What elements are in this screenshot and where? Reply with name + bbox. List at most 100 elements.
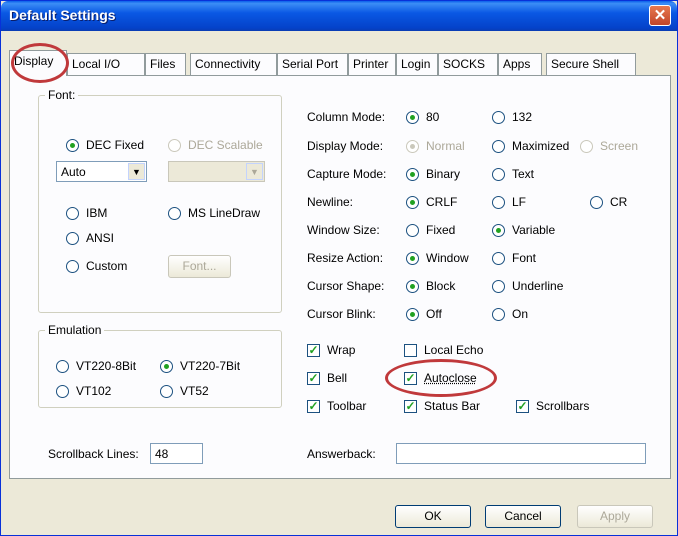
newline-crlf-label: CRLF xyxy=(426,195,458,209)
apply-button: Apply xyxy=(577,505,653,528)
capture-mode-binary-radio[interactable] xyxy=(406,168,419,181)
newline-crlf-radio[interactable] xyxy=(406,196,419,209)
newline-cr-label: CR xyxy=(610,195,628,209)
resize-action-window-radio[interactable] xyxy=(406,252,419,265)
font-group: Font: xyxy=(38,88,282,313)
ansi-radio[interactable] xyxy=(66,232,79,245)
font-group-label: Font: xyxy=(45,88,79,102)
capture-mode-binary-label: Binary xyxy=(426,167,461,181)
display-mode-maximized-radio[interactable] xyxy=(492,140,505,153)
cursor-blink-on-label: On xyxy=(512,307,529,321)
resize-action-font-radio[interactable] xyxy=(492,252,505,265)
cursor-blink-off-radio[interactable] xyxy=(406,308,419,321)
window-size-fixed-label: Fixed xyxy=(426,223,456,237)
capture-mode-text-label: Text xyxy=(512,167,535,181)
cursor-shape-underline-radio[interactable] xyxy=(492,280,505,293)
column-mode-80-label: 80 xyxy=(426,110,440,124)
wrap-checkbox[interactable]: ✓ xyxy=(307,344,320,357)
tab-login[interactable]: Login xyxy=(396,53,438,75)
dec-fixed-radio[interactable] xyxy=(66,139,79,152)
scrollbars-checkbox[interactable]: ✓ xyxy=(516,400,529,413)
vt220-8bit-radio[interactable] xyxy=(56,360,69,373)
resize-action-font-label: Font xyxy=(512,251,537,265)
resize-action-label: Resize Action: xyxy=(307,251,384,265)
window-size-variable-label: Variable xyxy=(512,223,556,237)
font-size-dropdown[interactable]: Auto ▼ xyxy=(56,161,147,182)
answerback-input[interactable] xyxy=(396,443,646,464)
bell-checkbox[interactable]: ✓ xyxy=(307,372,320,385)
capture-mode-text-radio[interactable] xyxy=(492,168,505,181)
display-mode-maximized-label: Maximized xyxy=(512,139,570,153)
tab-local-io[interactable]: Local I/O xyxy=(67,53,145,75)
scalable-size-dropdown: ▼ xyxy=(168,161,265,182)
cursor-shape-block-radio[interactable] xyxy=(406,280,419,293)
close-icon[interactable]: ✕ xyxy=(649,5,671,26)
resize-action-window-label: Window xyxy=(426,251,469,265)
bell-label: Bell xyxy=(327,371,348,385)
cursor-shape-underline-label: Underline xyxy=(512,279,564,293)
chevron-down-icon: ▼ xyxy=(246,163,263,180)
cursor-blink-off-label: Off xyxy=(426,307,442,321)
ms-linedraw-label: MS LineDraw xyxy=(188,206,261,220)
font-button: Font... xyxy=(168,255,231,278)
local-echo-label: Local Echo xyxy=(424,343,484,357)
scrollback-lines-input[interactable]: 48 xyxy=(150,443,203,464)
capture-mode-label: Capture Mode: xyxy=(307,167,387,181)
column-mode-80-radio[interactable] xyxy=(406,111,419,124)
custom-label: Custom xyxy=(86,259,128,273)
emulation-group-label: Emulation xyxy=(45,323,105,337)
newline-label: Newline: xyxy=(307,195,354,209)
window-size-variable-radio[interactable] xyxy=(492,224,505,237)
ansi-label: ANSI xyxy=(86,231,115,245)
display-mode-label: Display Mode: xyxy=(307,139,384,153)
tab-apps[interactable]: Apps xyxy=(498,53,542,75)
vt220-8bit-label: VT220-8Bit xyxy=(76,359,137,373)
window-size-fixed-radio[interactable] xyxy=(406,224,419,237)
display-mode-normal-radio xyxy=(406,140,419,153)
cursor-shape-block-label: Block xyxy=(426,279,456,293)
ok-button[interactable]: OK xyxy=(395,505,471,528)
wrap-label: Wrap xyxy=(327,343,356,357)
vt52-label: VT52 xyxy=(180,384,209,398)
cancel-button[interactable]: Cancel xyxy=(485,505,561,528)
column-mode-132-label: 132 xyxy=(512,110,533,124)
ms-linedraw-radio[interactable] xyxy=(168,207,181,220)
column-mode-label: Column Mode: xyxy=(307,110,386,124)
tab-printer[interactable]: Printer xyxy=(348,53,396,75)
cursor-blink-on-radio[interactable] xyxy=(492,308,505,321)
status-bar-label: Status Bar xyxy=(424,399,481,413)
chevron-down-icon[interactable]: ▼ xyxy=(128,163,145,180)
window-title: Default Settings xyxy=(9,7,116,23)
display-mode-screen-radio xyxy=(580,140,593,153)
font-size-value: Auto xyxy=(61,165,86,179)
default-settings-window: Default Settings ✕ Display Local I/O Fil… xyxy=(0,0,678,536)
autoclose-label: Autoclose xyxy=(424,371,477,385)
custom-radio[interactable] xyxy=(66,260,79,273)
scrollbars-label: Scrollbars xyxy=(536,399,590,413)
tab-serial-port[interactable]: Serial Port xyxy=(277,53,348,75)
display-mode-normal-label: Normal xyxy=(426,139,465,153)
status-bar-checkbox[interactable]: ✓ xyxy=(404,400,417,413)
tab-display[interactable]: Display xyxy=(9,50,67,76)
autoclose-checkbox[interactable]: ✓ xyxy=(404,372,417,385)
ibm-label: IBM xyxy=(86,206,108,220)
cursor-shape-label: Cursor Shape: xyxy=(307,279,385,293)
tab-socks[interactable]: SOCKS xyxy=(438,53,498,75)
display-mode-screen-label: Screen xyxy=(600,139,639,153)
cursor-blink-label: Cursor Blink: xyxy=(307,307,376,321)
vt102-radio[interactable] xyxy=(56,385,69,398)
ibm-radio[interactable] xyxy=(66,207,79,220)
toolbar-checkbox[interactable]: ✓ xyxy=(307,400,320,413)
vt52-radio[interactable] xyxy=(160,385,173,398)
newline-lf-radio[interactable] xyxy=(492,196,505,209)
newline-cr-radio[interactable] xyxy=(590,196,603,209)
local-echo-checkbox[interactable] xyxy=(404,344,417,357)
tab-connectivity[interactable]: Connectivity xyxy=(190,53,277,75)
window-size-label: Window Size: xyxy=(307,223,380,237)
title-bar[interactable]: Default Settings ✕ xyxy=(1,1,677,31)
vt220-7bit-radio[interactable] xyxy=(160,360,173,373)
tab-secure-shell[interactable]: Secure Shell xyxy=(546,53,636,75)
column-mode-132-radio[interactable] xyxy=(492,111,505,124)
scrollback-lines-label: Scrollback Lines: xyxy=(48,447,139,461)
tab-files[interactable]: Files xyxy=(145,53,186,75)
